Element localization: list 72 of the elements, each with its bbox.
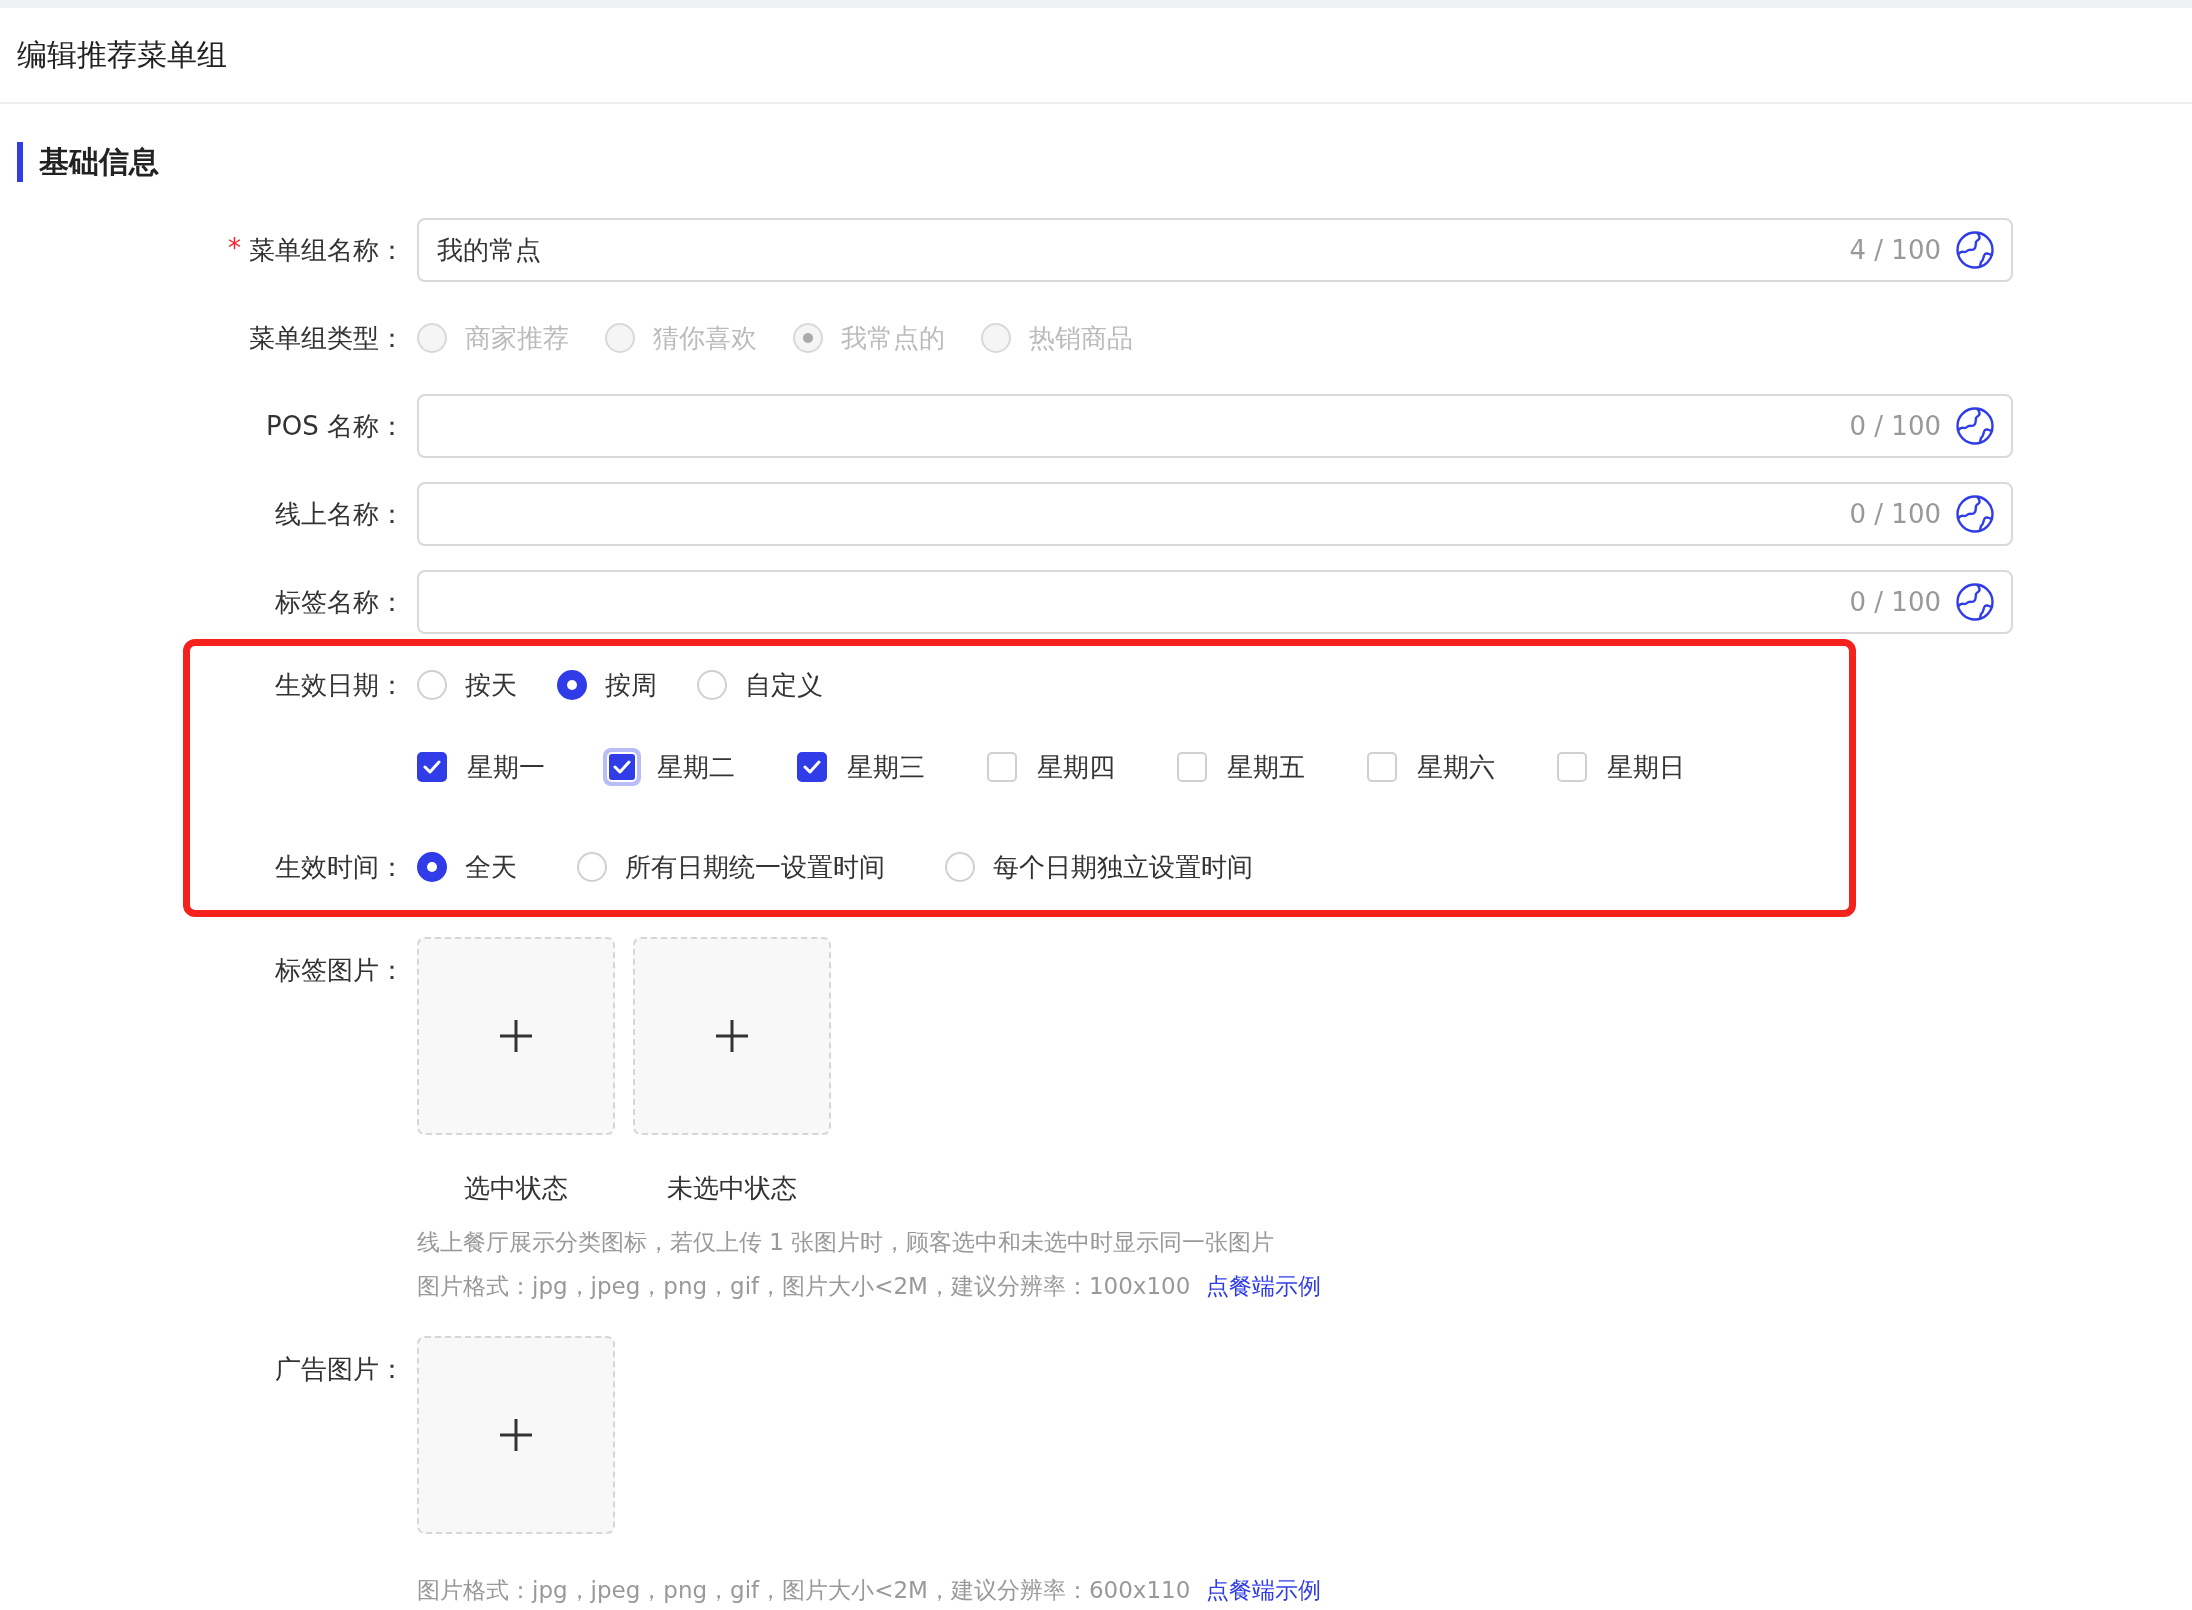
radio-button[interactable]: [417, 852, 447, 882]
field-label: 标签名称：: [275, 585, 405, 619]
weekday-checkbox-option[interactable]: 星期六: [1367, 749, 1557, 785]
checkbox-label: 星期日: [1607, 750, 1685, 784]
example-link[interactable]: 点餐端示例: [1206, 1577, 1322, 1603]
hint-text: 线上餐厅展示分类图标，若仅上传 1 张图片时，顾客选中和未选中时显示同一张图片: [417, 1228, 1275, 1257]
radio-option[interactable]: 全天: [417, 849, 517, 885]
text-input-field[interactable]: 我的常点 4 / 100: [417, 218, 2013, 282]
plus-icon: [498, 1417, 534, 1453]
example-link[interactable]: 点餐端示例: [1206, 1273, 1322, 1299]
radio-label: 自定义: [745, 668, 823, 702]
character-counter: 0 / 100: [1849, 499, 1941, 529]
field-label: POS 名称：: [266, 409, 405, 443]
checkbox-label: 星期五: [1227, 750, 1305, 784]
radio-label: 猜你喜欢: [653, 321, 757, 355]
checkbox-label: 星期二: [657, 750, 735, 784]
checkbox[interactable]: [417, 752, 447, 782]
globe-icon[interactable]: [1955, 230, 1995, 270]
image-upload-button[interactable]: [417, 1336, 615, 1534]
image-upload-button[interactable]: [633, 937, 831, 1135]
page-title: 编辑推荐菜单组: [17, 35, 227, 74]
radio-option[interactable]: 按周: [557, 667, 657, 703]
globe-icon[interactable]: [1955, 582, 1995, 622]
weekday-checkbox-option[interactable]: 星期四: [987, 749, 1177, 785]
image-upload-button[interactable]: [417, 937, 615, 1135]
plus-icon: [714, 1018, 750, 1054]
radio-label: 商家推荐: [465, 321, 569, 355]
globe-icon[interactable]: [1955, 406, 1995, 446]
weekday-checkbox-option[interactable]: 星期一: [417, 749, 607, 785]
hint-text: 图片格式：jpg，jpeg，png，gif，图片大小<2M，建议分辨率：600x110: [417, 1576, 1191, 1605]
field-label: 标签图片：: [275, 954, 405, 987]
field-value: 我的常点: [437, 233, 541, 267]
plus-icon: [498, 1018, 534, 1054]
radio-label: 我常点的: [841, 321, 945, 355]
field-label: 线上名称：: [275, 497, 405, 531]
globe-icon[interactable]: [1955, 494, 1995, 534]
check-icon: [423, 760, 441, 774]
radio-label: 所有日期统一设置时间: [625, 850, 885, 884]
character-counter: 0 / 100: [1849, 587, 1941, 617]
radio-option[interactable]: 自定义: [697, 667, 823, 703]
field-label: 菜单组类型：: [249, 321, 405, 355]
character-counter: 0 / 100: [1849, 411, 1941, 441]
field-label: 菜单组名称：: [249, 233, 405, 267]
radio-label: 全天: [465, 850, 517, 884]
field-label: 生效时间：: [275, 850, 405, 884]
radio-option[interactable]: 每个日期独立设置时间: [945, 849, 1253, 885]
checkbox-label: 星期六: [1417, 750, 1495, 784]
radio-option[interactable]: 按天: [417, 667, 517, 703]
upload-caption: 未选中状态: [667, 1172, 797, 1205]
upload-caption: 选中状态: [464, 1172, 568, 1205]
hint-text: 图片格式：jpg，jpeg，png，gif，图片大小<2M，建议分辨率：100x100: [417, 1272, 1191, 1301]
checkbox-label: 星期三: [847, 750, 925, 784]
weekday-checkbox-option[interactable]: 星期二: [607, 749, 797, 785]
weekday-checkbox-option[interactable]: 星期三: [797, 749, 987, 785]
radio-label: 热销商品: [1029, 321, 1133, 355]
section-title: 基础信息: [17, 142, 2192, 182]
field-label: 广告图片：: [275, 1353, 405, 1386]
radio-label: 按周: [605, 668, 657, 702]
check-icon: [803, 760, 821, 774]
character-counter: 4 / 100: [1849, 235, 1941, 265]
checkbox-label: 星期一: [467, 750, 545, 784]
radio-button[interactable]: [557, 670, 587, 700]
weekday-checkbox-option[interactable]: 星期日: [1557, 749, 1747, 785]
check-icon: [613, 760, 631, 774]
field-label: 生效日期：: [275, 668, 405, 702]
radio-label: 每个日期独立设置时间: [993, 850, 1253, 884]
required-mark: *: [228, 232, 241, 265]
weekday-checkbox-option[interactable]: 星期五: [1177, 749, 1367, 785]
radio-label: 按天: [465, 668, 517, 702]
checkbox-label: 星期四: [1037, 750, 1115, 784]
checkbox[interactable]: [797, 752, 827, 782]
radio-option[interactable]: 所有日期统一设置时间: [577, 849, 885, 885]
